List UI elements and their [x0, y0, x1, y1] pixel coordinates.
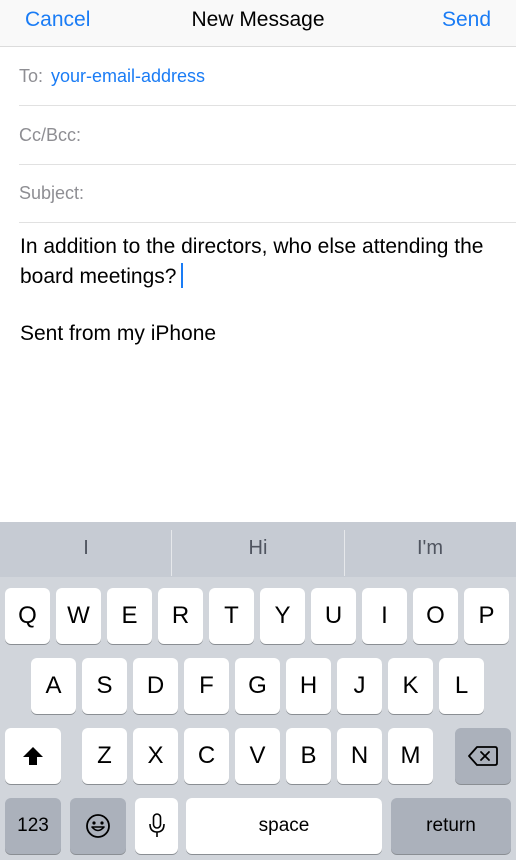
key-w[interactable]: W	[56, 588, 101, 644]
backspace-key[interactable]	[455, 728, 511, 784]
key-z[interactable]: Z	[82, 728, 127, 784]
key-c[interactable]: C	[184, 728, 229, 784]
to-label: To:	[19, 66, 44, 86]
return-key[interactable]: return	[391, 798, 511, 854]
signature: Sent from my iPhone	[20, 322, 217, 345]
key-y[interactable]: Y	[260, 588, 305, 644]
key-k[interactable]: K	[388, 658, 433, 714]
key-b[interactable]: B	[286, 728, 331, 784]
key-x[interactable]: X	[133, 728, 178, 784]
key-d[interactable]: D	[133, 658, 178, 714]
numbers-key[interactable]: 123	[5, 798, 61, 854]
key-e[interactable]: E	[107, 588, 152, 644]
suggestion-1[interactable]: I	[0, 522, 172, 577]
suggestion-bar: I Hi I'm	[0, 522, 516, 577]
emoji-key[interactable]	[70, 798, 126, 854]
key-n[interactable]: N	[337, 728, 382, 784]
microphone-icon	[148, 813, 165, 837]
key-p[interactable]: P	[464, 588, 509, 644]
keyboard: I Hi I'm Q W E R T Y U I O P A S D F G H…	[0, 522, 516, 860]
suggestion-2[interactable]: Hi	[172, 522, 344, 577]
key-m[interactable]: M	[388, 728, 433, 784]
microphone-key[interactable]	[135, 798, 178, 854]
key-g[interactable]: G	[235, 658, 280, 714]
cc-bcc-field[interactable]: Cc/Bcc:	[19, 106, 516, 165]
key-t[interactable]: T	[209, 588, 254, 644]
key-l[interactable]: L	[439, 658, 484, 714]
recipient-token[interactable]: your-email-address	[51, 66, 205, 87]
shift-key[interactable]	[5, 728, 61, 784]
space-key[interactable]: space	[186, 798, 382, 854]
key-v[interactable]: V	[235, 728, 280, 784]
key-q[interactable]: Q	[5, 588, 50, 644]
subject-label: Subject:	[19, 183, 85, 203]
shift-icon	[23, 747, 43, 765]
key-s[interactable]: S	[82, 658, 127, 714]
key-h[interactable]: H	[286, 658, 331, 714]
text-cursor	[181, 263, 184, 288]
page-title: New Message	[191, 8, 325, 31]
message-body[interactable]: In addition to the directors, who else a…	[20, 232, 490, 292]
subject-field[interactable]: Subject:	[19, 164, 516, 223]
nav-bar: Cancel New Message Send	[0, 0, 516, 47]
key-o[interactable]: O	[413, 588, 458, 644]
cc-bcc-label: Cc/Bcc:	[19, 125, 82, 145]
message-body-text: In addition to the directors, who else a…	[20, 235, 484, 288]
key-a[interactable]: A	[31, 658, 76, 714]
key-i[interactable]: I	[362, 588, 407, 644]
backspace-icon	[468, 746, 498, 766]
key-f[interactable]: F	[184, 658, 229, 714]
emoji-icon	[86, 814, 110, 838]
to-field[interactable]: To: your-email-address	[19, 47, 516, 106]
send-button[interactable]: Send	[442, 8, 491, 32]
suggestion-3[interactable]: I'm	[344, 522, 516, 577]
key-r[interactable]: R	[158, 588, 203, 644]
key-u[interactable]: U	[311, 588, 356, 644]
key-j[interactable]: J	[337, 658, 382, 714]
